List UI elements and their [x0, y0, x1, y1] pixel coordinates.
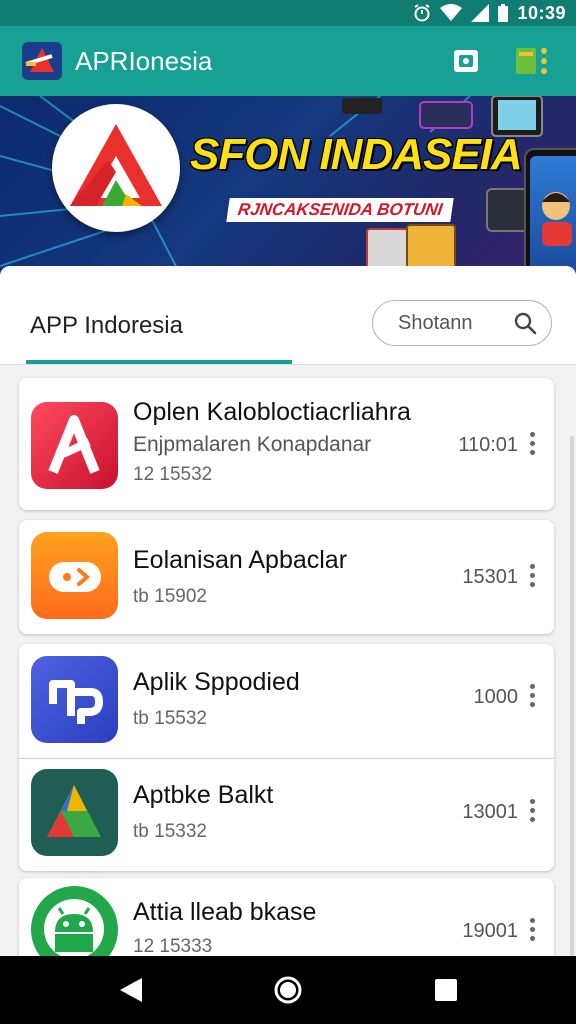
orange-play-app-icon [31, 532, 118, 619]
red-arrow-app-icon [31, 402, 118, 489]
more-options-icon[interactable] [528, 432, 536, 458]
tab-app-indonesia[interactable]: APP Indoresia [30, 312, 183, 340]
app-meta: tb 15332 [133, 821, 207, 842]
back-icon[interactable] [118, 976, 144, 1004]
banner-subtitle: RJNCAKSENIDA BOTUNI [226, 198, 455, 222]
app-count: 19001 [462, 920, 518, 942]
battery-icon [498, 4, 509, 22]
banner-title: SFON INDASEIA [190, 130, 523, 179]
character-icon [542, 192, 572, 246]
app-name: Attia lleab bkase [133, 898, 317, 926]
more-options-icon[interactable] [528, 564, 536, 590]
app-bar: APRIonesia [0, 26, 576, 96]
app-meta: tb 15532 [133, 708, 207, 729]
wifi-icon [440, 4, 463, 21]
green-triangle-app-icon [31, 769, 118, 856]
system-nav-bar [0, 956, 576, 1024]
app-name: Eolanisan Apbaclar [133, 546, 348, 574]
search-placeholder: Shotann [398, 312, 473, 334]
brand-triangle-icon [70, 124, 162, 206]
app-count: 1000 [473, 686, 519, 708]
app-logo-icon [22, 42, 62, 80]
recents-icon[interactable] [435, 979, 457, 1001]
tab-indicator [26, 360, 292, 364]
search-input[interactable]: Shotann [372, 300, 552, 346]
blue-connector-app-icon [31, 656, 118, 743]
list-item[interactable]: Oplen Kalobloctiacrliahra Enjpmalaren Ko… [19, 378, 554, 510]
status-bar: 10:39 [0, 0, 576, 26]
banner-phone-illustration [524, 148, 576, 274]
app-name: Aplik Sppodied [133, 668, 300, 696]
more-options-icon[interactable] [528, 918, 536, 944]
scrollbar[interactable] [570, 436, 574, 956]
app-meta: tb 15902 [133, 586, 207, 607]
list-item[interactable]: Eolanisan Apbaclar tb 15902 15301 [19, 520, 554, 634]
home-icon[interactable] [273, 975, 303, 1005]
app-title: APRIonesia [75, 46, 213, 76]
list-item[interactable]: Aplik Sppodied tb 15532 1000 [19, 644, 554, 758]
signal-icon [471, 4, 490, 22]
status-icons: 10:39 [413, 3, 566, 23]
list-item[interactable]: Aptbke Balkt tb 15332 13001 [19, 759, 554, 871]
app-subtitle: Enjpmalaren Konapdanar [133, 433, 372, 456]
app-name: Oplen Kalobloctiacrliahra [133, 398, 411, 426]
search-icon[interactable] [513, 311, 537, 335]
tab-header: APP Indoresia Shotann [0, 266, 576, 365]
app-meta: 12 15333 [133, 936, 213, 957]
more-options-icon[interactable] [528, 684, 536, 710]
status-time: 10:39 [517, 2, 566, 23]
alarm-icon [414, 4, 431, 22]
promo-banner[interactable]: SFON INDASEIA RJNCAKSENIDA BOTUNI [0, 96, 576, 274]
app-name: Aptbke Balkt [133, 781, 274, 809]
screen-share-icon[interactable] [452, 47, 480, 75]
more-options-icon[interactable] [528, 799, 536, 825]
app-count: 13001 [462, 801, 518, 823]
app-meta: 12 15532 [133, 464, 213, 485]
overflow-menu-icon[interactable] [514, 44, 550, 78]
banner-card-2 [406, 224, 456, 272]
app-count: 110:01 [458, 434, 518, 456]
banner-logo [52, 104, 180, 232]
app-count: 15301 [462, 566, 518, 588]
